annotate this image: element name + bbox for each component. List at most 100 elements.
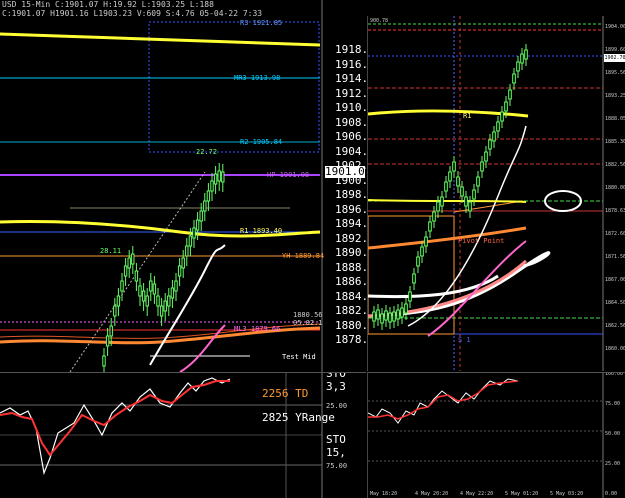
s1-label: S 1 xyxy=(458,336,471,344)
candle-body xyxy=(412,273,416,284)
candle-body xyxy=(141,290,146,302)
candle-body xyxy=(380,313,384,324)
candle-body xyxy=(396,309,400,320)
candle-body xyxy=(181,257,185,269)
price-tick: 1898.00 xyxy=(335,188,366,201)
candle-body xyxy=(400,307,404,318)
candle-body xyxy=(468,201,472,212)
price-tick: 1884.00 xyxy=(335,289,366,303)
right-top-label: 900.78 xyxy=(370,18,389,24)
candle-body xyxy=(432,211,436,222)
small-label-2: 05.02.1 xyxy=(293,319,323,327)
header-line-2: C:1901.07 H1901.16 L1903.23 V:609 S:4.76… xyxy=(2,9,263,18)
date-tick: May 18:20 xyxy=(370,491,398,497)
right-stochastic-panel[interactable]: 100.00 75.00 50.00 25.00 0.00 May 18:20 4 May… xyxy=(367,372,625,498)
candle-body xyxy=(145,295,149,307)
candle-body xyxy=(512,73,516,84)
candle-body xyxy=(134,270,139,282)
left-price-chart[interactable]: USD 15-Min C:1901.07 H:19.92 L:1903.25 L… xyxy=(0,0,366,372)
header-line-1: USD 15-Min C:1901.07 H:19.92 L:1903.25 L… xyxy=(2,0,214,9)
candle-body xyxy=(195,219,200,231)
candle-body xyxy=(472,189,476,200)
price-tick: 1904.00 xyxy=(335,144,366,158)
candle-body xyxy=(167,295,171,307)
candle-body xyxy=(105,335,110,347)
price-tick: 1908.00 xyxy=(335,115,366,129)
candle-body xyxy=(149,280,153,292)
peak-label: 22.72 xyxy=(196,148,218,156)
price-tick: 1880.00 xyxy=(335,318,366,332)
right-price-tick: 1864.50 xyxy=(605,300,625,306)
candle-body xyxy=(113,305,117,317)
candle-body xyxy=(416,256,420,267)
candle-body xyxy=(444,181,448,192)
left-stochastic-panel[interactable]: 2256 TD 2825 YRange STO 15, STO 3,3 25.0… xyxy=(0,372,366,498)
candle-body xyxy=(480,161,484,172)
date-tick: 4 May 22:20 xyxy=(460,491,494,497)
candle-body xyxy=(452,161,456,172)
test-mid-label: Test Mid xyxy=(282,353,316,361)
candle-body xyxy=(138,285,142,297)
candle-body xyxy=(188,235,193,247)
price-tick: 1910.00 xyxy=(335,101,366,114)
candle-body xyxy=(170,287,175,299)
candle-body xyxy=(102,355,106,367)
right-price-tick: 1888.05 xyxy=(605,116,625,122)
date-tick: 4 May 20:20 xyxy=(415,491,449,497)
candle-body xyxy=(460,186,464,197)
price-tick: 1914.00 xyxy=(335,72,366,85)
level-r2: R2 1905.84 xyxy=(240,138,283,146)
candle-body xyxy=(213,173,218,185)
candle-body xyxy=(376,309,380,320)
price-tick: 1890.00 xyxy=(335,246,366,259)
candle-body xyxy=(436,201,440,212)
right-price-box: 1902.70 xyxy=(604,54,625,62)
candle-body xyxy=(504,101,508,112)
candle-body xyxy=(464,196,468,207)
price-tick: 1912.00 xyxy=(335,86,366,100)
candle-body xyxy=(500,111,504,122)
candle-body xyxy=(484,151,488,162)
candle-body xyxy=(163,300,167,312)
candle-body xyxy=(476,176,480,187)
osc-level-75: 75.00 xyxy=(326,462,348,470)
candle-body xyxy=(420,246,424,257)
right-price-tick: 1880.00 xyxy=(605,185,625,191)
right-price-tick: 1895.56 xyxy=(605,70,625,76)
candle-body xyxy=(384,310,388,321)
candle-body xyxy=(203,200,207,212)
osc-level-tick: 25.00 xyxy=(605,461,621,467)
price-tick: 1886.00 xyxy=(335,275,366,288)
candle-body xyxy=(109,325,113,337)
sto-top-label: STO 3,3 xyxy=(326,372,346,393)
level-mr3: MR3 1913.98 xyxy=(234,74,281,82)
level-r1: R1 1893.40 xyxy=(240,227,283,235)
sto-label: STO 15, xyxy=(326,433,346,459)
right-price-tick: 1904.00 xyxy=(605,24,625,30)
candle-body xyxy=(221,171,225,183)
price-tick: 1916.00 xyxy=(335,57,366,71)
small-label-1: 1880.56 xyxy=(293,311,323,319)
candle-body xyxy=(159,305,164,317)
candle-body xyxy=(199,210,203,222)
candle-body xyxy=(424,236,428,247)
candle-body xyxy=(428,221,432,232)
right-price-tick: 1862.56 xyxy=(605,323,625,329)
candle-body xyxy=(116,295,121,307)
yrange-label: 2825 YRange xyxy=(262,411,335,424)
right-price-tick: 1871.56 xyxy=(605,254,625,260)
candle-body xyxy=(516,61,520,72)
candle-body xyxy=(388,312,392,323)
candle-body xyxy=(392,311,396,322)
right-price-tick: 1893.25 xyxy=(605,93,625,99)
price-tick: 1878.00 xyxy=(335,333,366,346)
candle-body xyxy=(206,190,211,202)
candle-body xyxy=(127,257,131,269)
candle-body xyxy=(496,121,500,132)
right-price-chart[interactable]: 900.78 Pivot Point S 1 R1 1904.00 1899.60… xyxy=(367,16,625,371)
candle-body xyxy=(192,227,196,239)
candle-body xyxy=(456,176,460,187)
right-price-tick: 1860.00 xyxy=(605,346,625,352)
candle-body xyxy=(508,89,512,100)
right-price-tick: 1872.60 xyxy=(605,231,625,237)
